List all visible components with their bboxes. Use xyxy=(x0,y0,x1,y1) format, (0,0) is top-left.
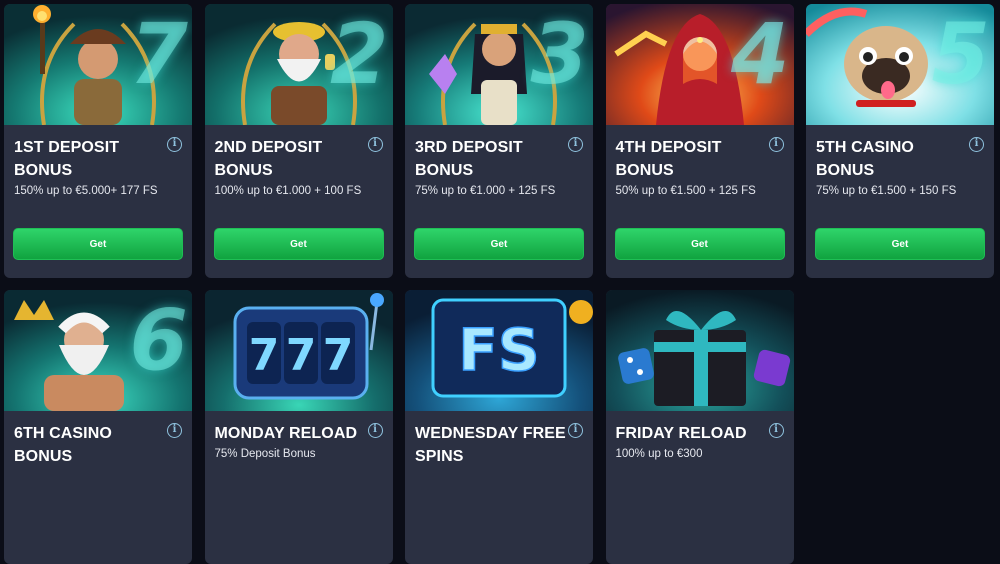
bonus-description: 100% up to €1.000 + 100 FS xyxy=(214,185,362,197)
bonus-number: 5 xyxy=(931,5,990,103)
get-button[interactable]: Get xyxy=(614,228,785,260)
bonus-title: 3RD DEPOSIT BONUS xyxy=(415,139,523,179)
info-icon[interactable]: i xyxy=(367,423,383,438)
bonus-title: 1ST DEPOSIT BONUS xyxy=(14,139,120,179)
svg-text:7: 7 xyxy=(285,330,316,381)
bonus-number: 2 xyxy=(330,5,389,103)
slot-777-image: 7 7 7 xyxy=(204,290,393,411)
bonus-description: 50% up to €1.500 + 125 FS xyxy=(615,185,756,197)
bonus-title: WEDNESDAY FREE SPINS xyxy=(415,425,566,465)
bonus-title: 5TH CASINO BONUS xyxy=(816,139,914,179)
bonus-description: 150% up to €5.000+ 177 FS xyxy=(14,185,158,197)
bonus-title: 4TH DEPOSIT BONUS xyxy=(615,139,722,179)
bonus-description: 75% Deposit Bonus xyxy=(214,448,316,460)
info-icon[interactable]: i xyxy=(367,137,383,152)
bonus-card-6th-casino[interactable]: 6 6TH CASINO BONUS i xyxy=(4,290,192,564)
bonus-card-4th-deposit[interactable]: 4 4TH DEPOSIT BONUS i 50% up to €1.500 +… xyxy=(605,4,794,278)
info-icon[interactable]: i xyxy=(969,137,984,152)
bonus-card-wednesday-free-spins[interactable]: FS WEDNESDAY FREE SPINS i xyxy=(405,290,593,564)
bonus-number: 6 xyxy=(129,291,188,389)
bonus-description: 75% up to €1.500 + 150 FS xyxy=(816,185,957,197)
info-icon[interactable]: i xyxy=(768,137,784,152)
bonus-number: 7 xyxy=(129,5,188,103)
bonus-card-monday-reload[interactable]: 7 7 7 MONDAY RELOAD i 75% Deposit Bonus xyxy=(204,290,393,564)
info-icon[interactable]: i xyxy=(768,423,784,438)
svg-text:FS: FS xyxy=(458,316,539,384)
explorer-woman-image: 7 xyxy=(4,4,192,125)
info-icon[interactable]: i xyxy=(568,137,583,152)
bonus-description: 100% up to €300 xyxy=(615,448,703,460)
cleopatra-image: 3 xyxy=(405,4,593,125)
bonus-description: 75% up to €1.000 + 125 FS xyxy=(415,185,556,197)
svg-text:7: 7 xyxy=(248,330,279,381)
bonus-card-5th-casino[interactable]: 5 5TH CASINO BONUS i 75% up to €1.500 + … xyxy=(806,4,994,278)
fs-neon-sign-image: FS xyxy=(405,290,593,411)
bonus-card-friday-reload[interactable]: FRIDAY RELOAD i 100% up to €300 xyxy=(605,290,794,564)
zeus-image: 6 xyxy=(4,290,192,411)
info-icon[interactable]: i xyxy=(167,423,182,438)
bonus-title: FRIDAY RELOAD xyxy=(615,425,747,442)
info-icon[interactable]: i xyxy=(167,137,182,152)
gift-box-image xyxy=(605,290,794,411)
bonus-grid: 7 1ST DEPOSIT BONUS i 150% up to €5.000+… xyxy=(4,4,994,564)
pug-dog-image: 5 xyxy=(806,4,994,125)
old-miner-image: 2 xyxy=(204,4,393,125)
get-button[interactable]: Get xyxy=(414,228,584,260)
bonus-number: 3 xyxy=(530,5,589,103)
bonus-title: 6TH CASINO BONUS xyxy=(14,425,112,465)
bonus-card-3rd-deposit[interactable]: 3 3RD DEPOSIT BONUS i 75% up to €1.000 +… xyxy=(405,4,593,278)
bonus-card-2nd-deposit[interactable]: 2 2ND DEPOSIT BONUS i 100% up to €1.000 … xyxy=(204,4,393,278)
info-icon[interactable]: i xyxy=(568,423,583,438)
fire-sorceress-image: 4 xyxy=(605,4,794,125)
bonus-title: 2ND DEPOSIT BONUS xyxy=(214,139,323,179)
bonus-number: 4 xyxy=(731,5,790,103)
get-button[interactable]: Get xyxy=(13,228,183,260)
bonus-card-1st-deposit[interactable]: 7 1ST DEPOSIT BONUS i 150% up to €5.000+… xyxy=(4,4,192,278)
bonus-title: MONDAY RELOAD xyxy=(214,425,358,442)
svg-text:7: 7 xyxy=(322,330,353,381)
get-button[interactable]: Get xyxy=(213,228,384,260)
get-button[interactable]: Get xyxy=(815,228,985,260)
